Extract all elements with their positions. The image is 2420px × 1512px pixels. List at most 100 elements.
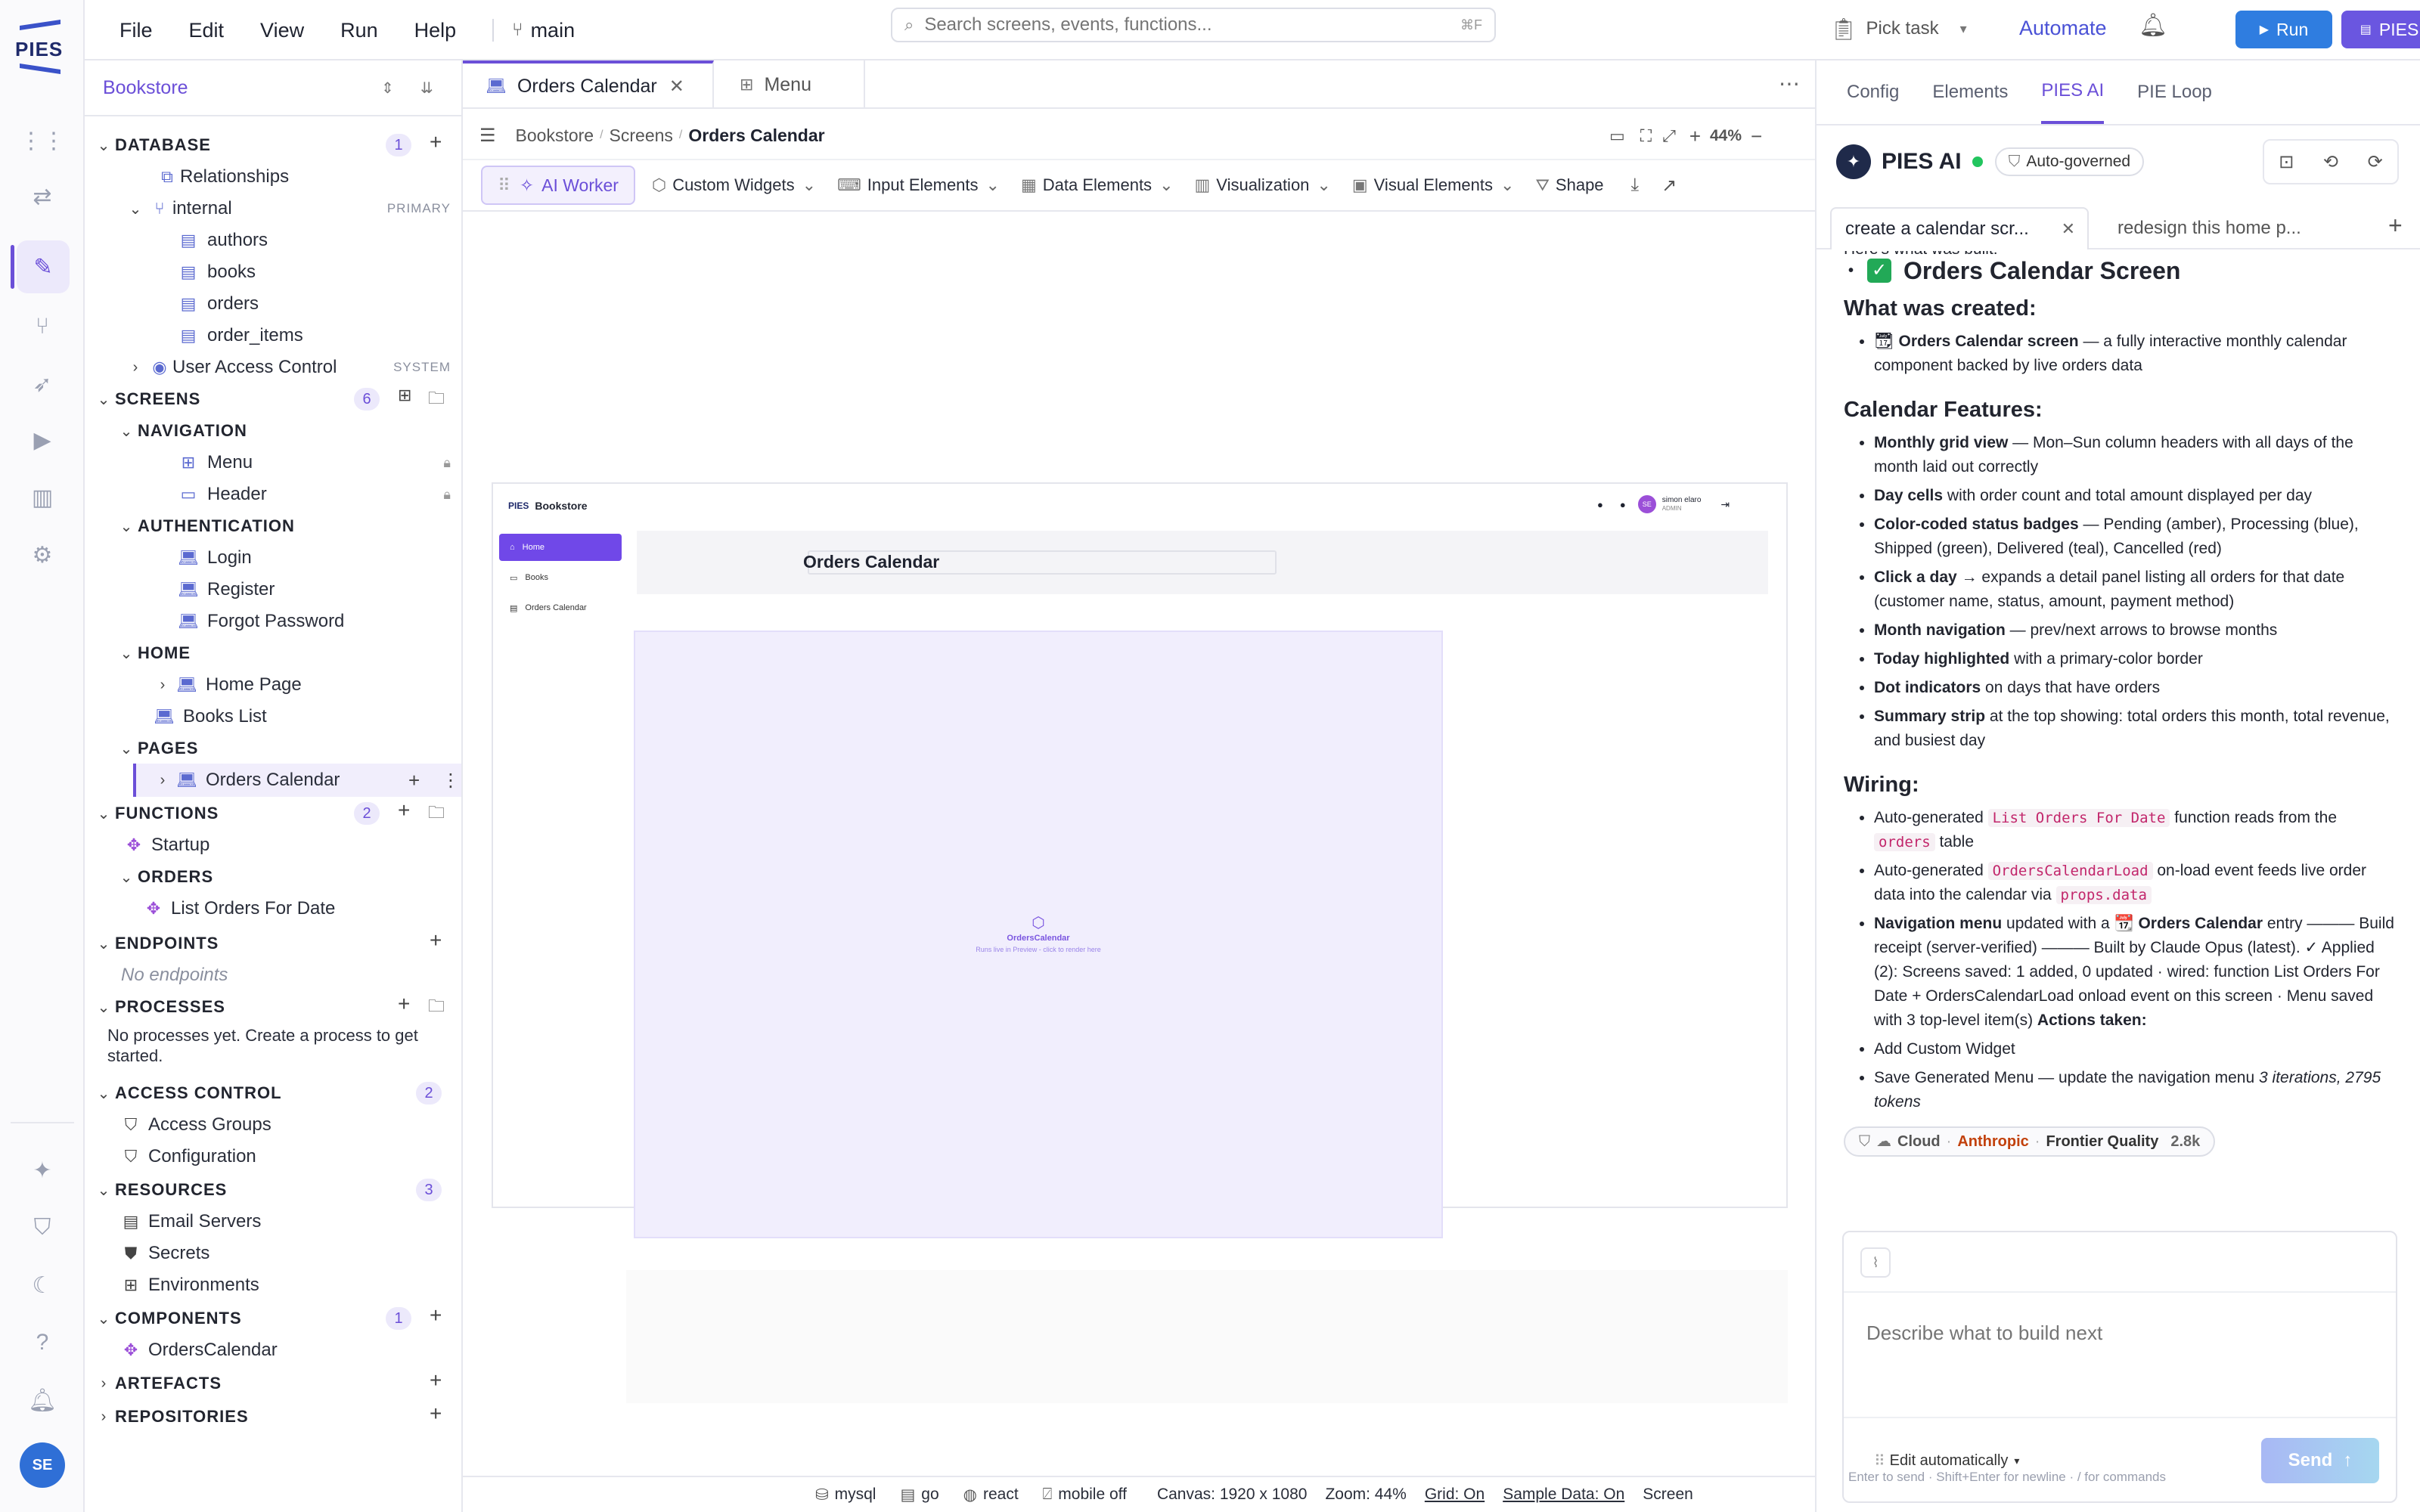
ai-worker-button[interactable]: ⠿ ✧ AI Worker (481, 166, 635, 205)
menu-edit[interactable]: Edit (189, 19, 225, 42)
screen-orders-calendar[interactable]: › 💻︎ Orders Calendar + ⋮ (133, 764, 461, 797)
access-groups[interactable]: ⛉ Access Groups (118, 1110, 271, 1140)
tab-config[interactable]: Config (1847, 82, 1899, 103)
status-db[interactable]: mysql (835, 1486, 876, 1504)
status-sample-data[interactable]: Sample Data: On (1503, 1486, 1624, 1504)
tab-menu[interactable]: ⊞ Menu (714, 60, 865, 109)
status-framework[interactable]: react (983, 1486, 1019, 1504)
pies-ai-button[interactable]: ▤ PIES AI (2341, 11, 2420, 48)
table-authors[interactable]: ▤ authors (175, 225, 268, 256)
menu-help[interactable]: Help (414, 19, 457, 42)
add-icon[interactable]: + (408, 769, 420, 792)
edit-mode-dropdown[interactable]: ⠿ Edit automatically ▾ (1874, 1452, 2019, 1470)
status-grid[interactable]: Grid: On (1425, 1486, 1485, 1504)
pick-task[interactable]: 📋︎ Pick task ▾ (1830, 14, 1967, 44)
tab-pies-ai[interactable]: PIES AI (2041, 60, 2105, 124)
shape-dropdown[interactable]: ⛛ Shape (1535, 175, 1603, 195)
visualization-dropdown[interactable]: ▥ Visualization ⌄ (1195, 175, 1331, 195)
expand-icon[interactable]: ⤢ (1662, 126, 1676, 146)
model-badge[interactable]: ⛉ ☁ Cloud · Anthropic · Frontier Quality… (1844, 1126, 2216, 1157)
custom-widgets-dropdown[interactable]: ⬡ Custom Widgets ⌄ (652, 175, 816, 195)
settings-icon[interactable]: ⚙ (23, 535, 62, 575)
refresh-icon[interactable]: ⟳ (2368, 151, 2383, 173)
resource-email-servers[interactable]: ▤ Email Servers (118, 1207, 262, 1237)
run-button[interactable]: ▶ Run (2235, 11, 2332, 48)
resource-environments[interactable]: ⊞ Environments (118, 1270, 259, 1300)
add-component-button[interactable]: + (430, 1303, 442, 1328)
moon-icon[interactable]: ☾ (23, 1266, 62, 1305)
section-repositories[interactable]: › REPOSITORIES (92, 1402, 249, 1432)
section-components[interactable]: ⌄ COMPONENTS (92, 1303, 242, 1334)
table-books[interactable]: ▤ books (175, 257, 256, 287)
input-elements-dropdown[interactable]: ⌨ Input Elements ⌄ (837, 175, 1000, 195)
swap-icon[interactable]: ⇄ (23, 177, 62, 216)
screen-menu[interactable]: ⊞ Menu 🔒︎ (175, 448, 461, 478)
add-process-button[interactable]: + (398, 992, 410, 1016)
group-pages[interactable]: ⌄ PAGES (115, 733, 198, 764)
more-icon[interactable]: ⋯ (1779, 71, 1800, 96)
breadcrumb-item[interactable]: Bookstore (516, 125, 594, 146)
search-box[interactable]: ⌕ ⌘F (891, 8, 1496, 42)
orders-calendar-widget[interactable]: ⬡ OrdersCalendar Runs live in Preview - … (634, 631, 1443, 1238)
screen-header[interactable]: ▭ Header 🔒︎ (175, 479, 461, 510)
tree-internal[interactable]: ⌄ ⑂ internal PRIMARY (124, 194, 461, 224)
status-mobile[interactable]: mobile off (1058, 1486, 1127, 1504)
project-selector[interactable]: Bookstore ⇕ ⇊ (85, 60, 461, 116)
add-function-button[interactable]: + (398, 798, 410, 823)
grid-icon[interactable]: ⋮⋮ (20, 121, 65, 160)
resource-secrets[interactable]: ⛊ Secrets (118, 1238, 210, 1269)
desktop-view-icon[interactable]: ▭ (1609, 126, 1625, 146)
section-functions[interactable]: ⌄ FUNCTIONS (92, 798, 219, 829)
board-icon[interactable]: ▥ (23, 478, 62, 517)
add-screen-icon[interactable]: ⊞ (398, 386, 411, 405)
edit-icon[interactable]: ✎ (17, 240, 70, 293)
group-authentication[interactable]: ⌄ AUTHENTICATION (115, 511, 295, 541)
rocket-icon[interactable]: ➶ (23, 364, 62, 404)
section-screens[interactable]: ⌄ SCREENS (92, 384, 200, 414)
add-endpoint-button[interactable]: + (430, 928, 442, 953)
add-artefact-button[interactable]: + (430, 1368, 442, 1393)
data-elements-dropdown[interactable]: ▦ Data Elements ⌄ (1021, 175, 1174, 195)
menu-file[interactable]: File (119, 19, 153, 42)
fit-icon[interactable]: ⛶ (1640, 126, 1652, 146)
menu-run[interactable]: Run (340, 19, 378, 42)
chat-tab-active[interactable]: create a calendar scr... ✕ (1830, 207, 2089, 249)
expand-icon[interactable]: ⇕ (381, 79, 394, 98)
section-database[interactable]: ⌄ DATABASE (92, 130, 211, 160)
component-orders-calendar[interactable]: ✥ OrdersCalendar (118, 1335, 278, 1365)
section-endpoints[interactable]: ⌄ ENDPOINTS (92, 928, 219, 959)
add-folder-icon[interactable]: 🗀 (428, 386, 445, 414)
search-input[interactable] (924, 14, 1460, 36)
avatar[interactable]: SE (20, 1442, 65, 1488)
screen-forgot-password[interactable]: 💻︎ Forgot Password (175, 606, 344, 637)
add-folder-icon[interactable]: 🗀 (428, 993, 445, 1022)
automate-link[interactable]: Automate (2019, 17, 2107, 40)
branch-name[interactable]: main (531, 19, 576, 42)
group-home[interactable]: ⌄ HOME (115, 638, 191, 668)
tab-pie-loop[interactable]: PIE Loop (2137, 82, 2212, 103)
branch-icon[interactable]: ⑂ (23, 307, 62, 346)
table-order-items[interactable]: ▤ order_items (175, 321, 303, 351)
shield-icon[interactable]: ⛉ (23, 1208, 62, 1247)
help-icon[interactable]: ? (23, 1323, 62, 1362)
screen-login[interactable]: 💻︎ Login (175, 543, 252, 573)
add-chat-button[interactable]: + (2388, 212, 2403, 240)
add-database-button[interactable]: + (430, 130, 442, 154)
zoom-out-icon[interactable]: − (1751, 125, 1762, 148)
access-configuration[interactable]: ⛉ Configuration (118, 1142, 256, 1172)
function-startup[interactable]: ✥ Startup (121, 830, 210, 860)
download-icon[interactable]: ⤓ (1631, 175, 1640, 196)
tree-user-access-control[interactable]: › ◉ User Access Control SYSTEM (124, 352, 461, 383)
section-access-control[interactable]: ⌄ ACCESS CONTROL (92, 1078, 282, 1108)
tab-orders-calendar[interactable]: 💻︎ Orders Calendar ✕ (463, 60, 714, 109)
close-icon[interactable]: ✕ (2062, 219, 2075, 239)
add-repository-button[interactable]: + (430, 1402, 442, 1426)
visual-elements-dropdown[interactable]: ▣ Visual Elements ⌄ (1352, 175, 1515, 195)
status-lang[interactable]: go (921, 1486, 939, 1504)
screen-preview[interactable]: PIES Bookstore ● ● SE simon elaro ADMIN ⇥… (492, 482, 1788, 1238)
bell-icon[interactable]: 🔔︎ (2139, 12, 2167, 39)
external-link-icon[interactable]: ↗ (1661, 175, 1677, 197)
collapse-sidebar-icon[interactable]: ☰ (479, 125, 496, 147)
auto-governed-badge[interactable]: ⛉ Auto-governed (1994, 147, 2145, 176)
chat-tab-inactive[interactable]: redesign this home p... (2110, 207, 2367, 249)
